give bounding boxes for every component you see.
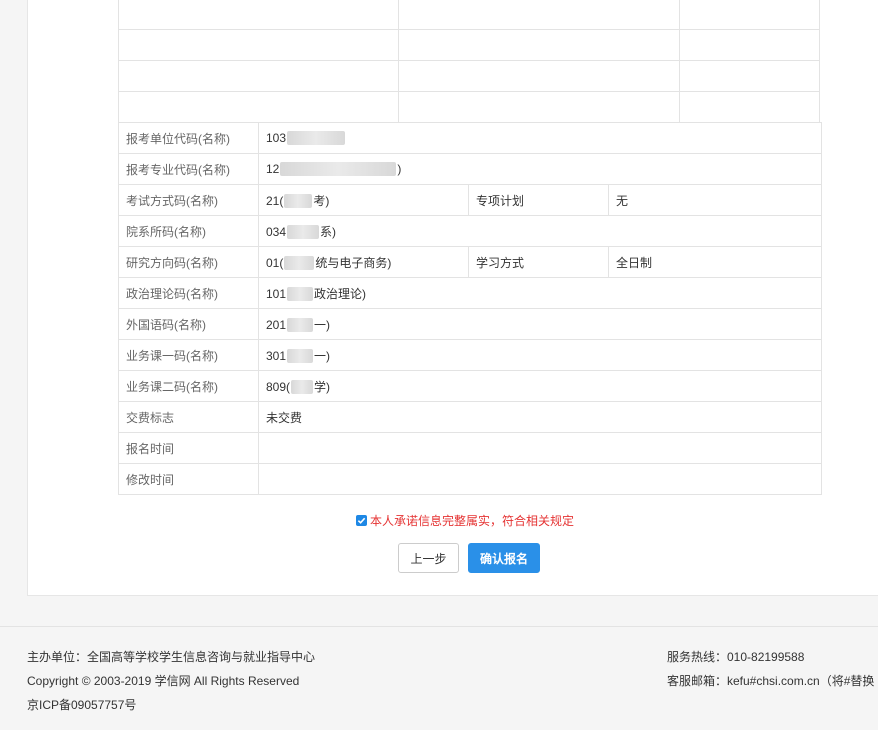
row-value: 全日制: [608, 246, 822, 278]
table-row: 外国语码(名称) 201 一): [118, 308, 822, 340]
redacted-mask: [291, 380, 314, 395]
row-label: 外国语码(名称): [118, 308, 259, 340]
redacted-mask: [287, 318, 314, 333]
commitment-checkbox-row[interactable]: 本人承诺信息完整属实，符合相关规定: [356, 512, 574, 529]
footer-email: 客服邮箱：kefu#chsi.com.cn（将#替换: [667, 674, 875, 688]
table-row: 交费标志 未交费: [118, 401, 822, 433]
table-row: 业务课一码(名称) 301 一): [118, 339, 822, 371]
row-value: 103: [258, 122, 822, 154]
redacted-mask: [287, 131, 346, 146]
row-value: 034 系): [258, 215, 822, 247]
row-value: 301 一): [258, 339, 822, 371]
row-label: 业务课一码(名称): [118, 339, 259, 371]
row-label: 交费标志: [118, 401, 259, 433]
table-row: 报考单位代码(名称) 103: [118, 122, 822, 154]
redacted-mask: [287, 225, 320, 240]
redacted-mask: [287, 287, 314, 302]
redacted-mask: [287, 349, 314, 364]
row-label: 业务课二码(名称): [118, 370, 259, 402]
redacted-mask: [284, 256, 315, 271]
row-label: 报考单位代码(名称): [118, 122, 259, 154]
redacted-mask: [284, 194, 313, 209]
row-label: 报名时间: [118, 432, 259, 464]
table-row: 院系所码(名称) 034 系): [118, 215, 822, 247]
row-label: 学习方式: [468, 246, 609, 278]
row-value: 809(学): [258, 370, 822, 402]
registration-info-table: 报考单位代码(名称) 103 报考专业代码(名称) 12) 考试方式码(名称) …: [118, 122, 822, 495]
row-value: [258, 463, 822, 495]
table-row: 修改时间: [118, 463, 822, 495]
commitment-text: 本人承诺信息完整属实，符合相关规定: [370, 514, 575, 528]
footer-hotline: 服务热线：010-82199588: [667, 650, 805, 664]
row-label: 政治理论码(名称): [118, 277, 259, 309]
row-value: 101 政治理论): [258, 277, 822, 309]
table-row: 考试方式码(名称) 21(考) 专项计划 无: [118, 184, 822, 216]
table-row: 报考专业代码(名称) 12): [118, 153, 822, 185]
table-row: 研究方向码(名称) 01(统与电子商务) 学习方式 全日制: [118, 246, 822, 278]
footer-divider: [0, 626, 878, 627]
confirm-registration-button[interactable]: 确认报名: [468, 543, 540, 573]
course-table-tail: [118, 0, 821, 123]
footer-copyright: Copyright © 2003-2019 学信网 All Rights Res…: [27, 674, 300, 688]
row-label: 修改时间: [118, 463, 259, 495]
table-row: 业务课二码(名称) 809(学): [118, 370, 822, 402]
table-row: [118, 60, 821, 92]
table-row: 报名时间: [118, 432, 822, 464]
table-row: [118, 0, 821, 30]
row-value: 21(考): [258, 184, 469, 216]
row-value: 12): [258, 153, 822, 185]
row-value: 201 一): [258, 308, 822, 340]
commitment-checkbox[interactable]: [356, 515, 367, 526]
row-label: 考试方式码(名称): [118, 184, 259, 216]
row-label: 院系所码(名称): [118, 215, 259, 247]
row-label: 研究方向码(名称): [118, 246, 259, 278]
redacted-mask: [280, 162, 397, 177]
table-row: [118, 91, 821, 123]
row-value: 01(统与电子商务): [258, 246, 469, 278]
footer-icp[interactable]: 京ICP备09057757号: [27, 696, 136, 713]
prev-step-button[interactable]: 上一步: [398, 543, 459, 573]
table-row: 政治理论码(名称) 101 政治理论): [118, 277, 822, 309]
check-icon: [357, 517, 366, 524]
row-label: 专项计划: [468, 184, 609, 216]
table-row: [118, 29, 821, 61]
row-label: 报考专业代码(名称): [118, 153, 259, 185]
footer-organizer: 主办单位：全国高等学校学生信息咨询与就业指导中心: [27, 650, 316, 664]
row-value: [258, 432, 822, 464]
row-value: 未交费: [258, 401, 822, 433]
row-value: 无: [608, 184, 822, 216]
